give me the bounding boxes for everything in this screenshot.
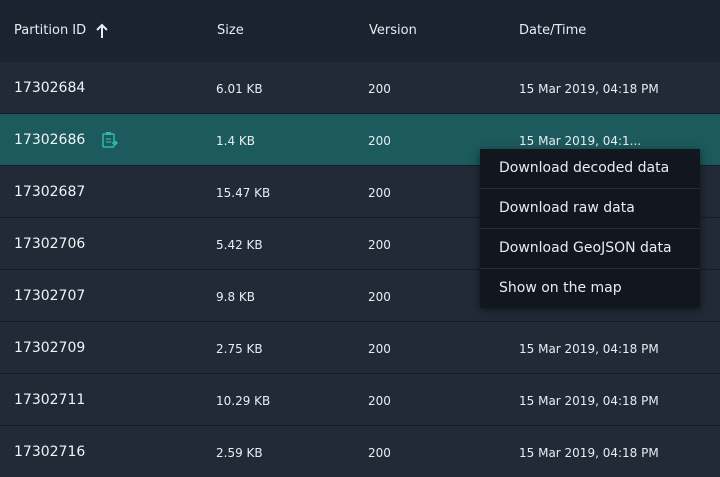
version-cell: 200 bbox=[368, 238, 391, 252]
partition-id-cell: 17302687 bbox=[14, 184, 86, 200]
version-cell: 200 bbox=[368, 342, 391, 356]
table-header: Partition ID Size Version Date/Time bbox=[0, 0, 720, 62]
version-cell: 200 bbox=[368, 290, 391, 304]
version-cell: 200 bbox=[368, 186, 391, 200]
column-header-version[interactable]: Version bbox=[369, 22, 417, 40]
partition-id-cell: 17302707 bbox=[14, 288, 86, 304]
arrow-up-icon[interactable] bbox=[95, 23, 109, 39]
partitions-table: Partition ID Size Version Date/Time 1730… bbox=[0, 0, 720, 477]
size-cell: 10.29 KB bbox=[216, 394, 271, 408]
row-context-menu: Download decoded data Download raw data … bbox=[480, 149, 700, 308]
menu-item-download-raw[interactable]: Download raw data bbox=[480, 189, 700, 229]
size-cell: 2.75 KB bbox=[216, 342, 263, 356]
size-cell: 2.59 KB bbox=[216, 446, 263, 460]
table-row[interactable]: 17302684 6.01 KB 200 15 Mar 2019, 04:18 … bbox=[0, 62, 720, 114]
copy-icon[interactable] bbox=[100, 130, 120, 150]
partition-id-cell: 17302706 bbox=[14, 236, 86, 252]
date-cell: 15 Mar 2019, 04:1... bbox=[519, 134, 642, 148]
date-cell: 15 Mar 2019, 04:18 PM bbox=[519, 82, 659, 96]
partition-id-cell: 17302711 bbox=[14, 392, 86, 408]
version-cell: 200 bbox=[368, 82, 391, 96]
table-row[interactable]: 17302711 10.29 KB 200 15 Mar 2019, 04:18… bbox=[0, 374, 720, 426]
partition-id-cell: 17302709 bbox=[14, 340, 86, 356]
menu-item-label: Download GeoJSON data bbox=[499, 240, 672, 256]
size-cell: 1.4 KB bbox=[216, 134, 255, 148]
menu-item-label: Download raw data bbox=[499, 200, 635, 216]
size-cell: 5.42 KB bbox=[216, 238, 263, 252]
menu-item-show-on-map[interactable]: Show on the map bbox=[480, 269, 700, 308]
date-cell: 15 Mar 2019, 04:18 PM bbox=[519, 394, 659, 408]
date-cell: 15 Mar 2019, 04:18 PM bbox=[519, 342, 659, 356]
column-header-date-time[interactable]: Date/Time bbox=[519, 22, 586, 40]
column-header-partition-id[interactable]: Partition ID bbox=[14, 22, 86, 40]
column-header-size[interactable]: Size bbox=[217, 22, 244, 40]
menu-item-download-decoded[interactable]: Download decoded data bbox=[480, 149, 700, 189]
partition-id-cell: 17302684 bbox=[14, 80, 86, 96]
size-cell: 15.47 KB bbox=[216, 186, 271, 200]
size-cell: 6.01 KB bbox=[216, 82, 263, 96]
date-cell: 15 Mar 2019, 04:18 PM bbox=[519, 446, 659, 460]
size-cell: 9.8 KB bbox=[216, 290, 255, 304]
table-row[interactable]: 17302709 2.75 KB 200 15 Mar 2019, 04:18 … bbox=[0, 322, 720, 374]
partition-id-cell: 17302686 bbox=[14, 132, 86, 148]
version-cell: 200 bbox=[368, 446, 391, 460]
partition-id-cell: 17302716 bbox=[14, 444, 86, 460]
version-cell: 200 bbox=[368, 134, 391, 148]
menu-item-download-geojson[interactable]: Download GeoJSON data bbox=[480, 229, 700, 269]
table-row[interactable]: 17302716 2.59 KB 200 15 Mar 2019, 04:18 … bbox=[0, 426, 720, 477]
menu-item-label: Show on the map bbox=[499, 280, 622, 296]
menu-item-label: Download decoded data bbox=[499, 160, 670, 176]
version-cell: 200 bbox=[368, 394, 391, 408]
